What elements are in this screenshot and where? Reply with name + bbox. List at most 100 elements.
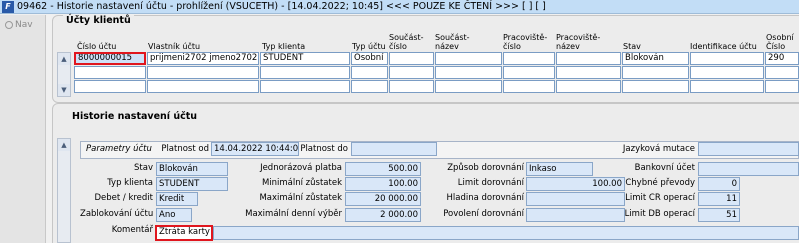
- navigator-pane: Nav: [0, 15, 46, 243]
- komentar-label: Komentář: [111, 225, 153, 235]
- window-titlebar: F 09462 - Historie nastavení účtu - proh…: [0, 0, 799, 14]
- col-soucast-nazev: Součást- název: [435, 33, 470, 51]
- typ-klienta-label: Typ klienta: [107, 178, 153, 188]
- platnost-do-label: Platnost do: [300, 144, 348, 154]
- limit-cr-field[interactable]: 11: [698, 192, 740, 206]
- cell-prac-cislo[interactable]: [503, 52, 555, 65]
- scroll-up-icon[interactable]: ▲: [58, 53, 70, 65]
- scroll-up-icon[interactable]: ▲: [58, 139, 70, 151]
- empty-cell[interactable]: [556, 80, 621, 93]
- cell-cislo-uctu[interactable]: 8000000015: [74, 52, 146, 65]
- empty-cell[interactable]: [622, 80, 689, 93]
- max-zustatek-field[interactable]: 20 000.00: [345, 192, 421, 206]
- chybne-field[interactable]: 0: [698, 177, 740, 191]
- limit-dorovnani-label: Limit dorovnání: [457, 178, 524, 188]
- empty-cell[interactable]: [74, 80, 146, 93]
- nav-tab[interactable]: Nav: [5, 20, 33, 30]
- accounts-scrollbar[interactable]: ▲ ▼: [57, 52, 71, 97]
- empty-cell[interactable]: [260, 66, 350, 79]
- zpusob-label: Způsob dorovnání: [447, 163, 524, 173]
- nav-globe-icon: [5, 21, 13, 29]
- bankovni-field[interactable]: [698, 162, 799, 176]
- chybne-label: Chybné převody: [625, 178, 695, 188]
- limit-cr-label: Limit CR operací: [625, 193, 695, 203]
- col-typ-uctu: Typ účtu: [352, 42, 386, 51]
- empty-cell[interactable]: [147, 80, 259, 93]
- komentar-field[interactable]: Ztráta karty: [155, 225, 213, 241]
- empty-cell[interactable]: [435, 80, 502, 93]
- limit-dorovnani-field[interactable]: 100.00: [526, 177, 625, 191]
- hladina-label: Hladina dorovnání: [446, 193, 525, 203]
- col-soucast-cislo: Součást- číslo: [389, 33, 424, 51]
- empty-cell[interactable]: [389, 80, 434, 93]
- window-title: 09462 - Historie nastavení účtu - prohlí…: [17, 1, 546, 12]
- min-zustatek-field[interactable]: 100.00: [345, 177, 421, 191]
- zpusob-field[interactable]: Inkaso: [526, 162, 593, 176]
- min-zustatek-label: Minimální zůstatek: [261, 178, 342, 188]
- cell-prac-nazev[interactable]: [556, 52, 621, 65]
- col-osobni-cislo: Osobní Číslo: [766, 33, 794, 51]
- col-prac-cislo: Pracoviště- číslo: [503, 33, 548, 51]
- col-vlastnik: Vlastník účtu: [148, 42, 201, 51]
- empty-cell[interactable]: [503, 66, 555, 79]
- povoleni-label: Povolení dorovnání: [443, 209, 524, 219]
- params-label: Parametry účtu: [86, 144, 152, 154]
- cell-identifikace[interactable]: [690, 52, 764, 65]
- history-scrollbar[interactable]: ▲: [57, 138, 71, 243]
- empty-cell[interactable]: [622, 66, 689, 79]
- jednorazova-field[interactable]: 500.00: [345, 162, 421, 176]
- empty-cell[interactable]: [351, 66, 388, 79]
- limit-db-field[interactable]: 51: [698, 208, 740, 222]
- empty-cell[interactable]: [260, 80, 350, 93]
- max-zustatek-label: Maximální zůstatek: [259, 193, 342, 203]
- empty-cell[interactable]: [765, 66, 799, 79]
- platnost-od-field[interactable]: 14.04.2022 10:44:00: [211, 142, 299, 156]
- zablokovani-field[interactable]: Ano: [156, 208, 192, 222]
- cell-soucast-nazev[interactable]: [435, 52, 502, 65]
- empty-cell[interactable]: [74, 66, 146, 79]
- platnost-do-field[interactable]: [351, 142, 437, 156]
- povoleni-field[interactable]: [526, 208, 625, 222]
- jednorazova-label: Jednorázová platba: [260, 163, 342, 173]
- debet-kredit-label: Debet / kredit: [94, 193, 153, 203]
- jazykova-mutace-field[interactable]: [698, 142, 799, 156]
- platnost-od-label: Platnost od: [161, 144, 209, 154]
- cell-osobni-cislo[interactable]: 290: [765, 52, 799, 65]
- empty-cell[interactable]: [435, 66, 502, 79]
- komentar-field-ext[interactable]: [213, 226, 799, 240]
- empty-cell[interactable]: [765, 80, 799, 93]
- debet-kredit-field[interactable]: Kredit: [156, 192, 198, 206]
- accounts-section-title: Účty klientů: [63, 15, 134, 26]
- max-vyber-label: Maximální denní výběr: [245, 209, 342, 219]
- zablokovani-label: Zablokování účtu: [80, 209, 154, 219]
- empty-cell[interactable]: [389, 66, 434, 79]
- col-prac-nazev: Pracoviště- název: [556, 33, 601, 51]
- col-stav: Stav: [623, 42, 641, 51]
- stav-label: Stav: [134, 163, 153, 173]
- empty-cell[interactable]: [556, 66, 621, 79]
- typ-klienta-field[interactable]: STUDENT: [156, 177, 228, 191]
- empty-cell[interactable]: [690, 80, 764, 93]
- nav-label: Nav: [15, 20, 33, 30]
- cell-stav[interactable]: Blokován: [622, 52, 689, 65]
- empty-cell[interactable]: [351, 80, 388, 93]
- limit-db-label: Limit DB operací: [624, 209, 695, 219]
- hladina-field[interactable]: [526, 192, 625, 206]
- col-identifikace: Identifikace účtu: [690, 42, 757, 51]
- bankovni-label: Bankovní účet: [634, 163, 695, 173]
- cell-typ-uctu[interactable]: Osobní: [351, 52, 388, 65]
- app-icon: F: [2, 0, 14, 13]
- max-vyber-field[interactable]: 2 000.00: [345, 208, 421, 222]
- scroll-down-icon[interactable]: ▼: [58, 84, 70, 96]
- cell-soucast-cislo[interactable]: [389, 52, 434, 65]
- empty-cell[interactable]: [503, 80, 555, 93]
- col-typ-klienta: Typ klienta: [262, 42, 306, 51]
- empty-cell[interactable]: [147, 66, 259, 79]
- history-section-title: Historie nastavení účtu: [69, 111, 201, 122]
- cell-vlastnik[interactable]: prijmeni2702 jmeno2702: [147, 52, 259, 65]
- empty-cell[interactable]: [690, 66, 764, 79]
- jazykova-mutace-label: Jazyková mutace: [622, 144, 695, 154]
- col-cislo-uctu: Číslo účtu: [77, 42, 117, 51]
- stav-field[interactable]: Blokován: [156, 162, 228, 176]
- cell-typ-klienta[interactable]: STUDENT: [260, 52, 350, 65]
